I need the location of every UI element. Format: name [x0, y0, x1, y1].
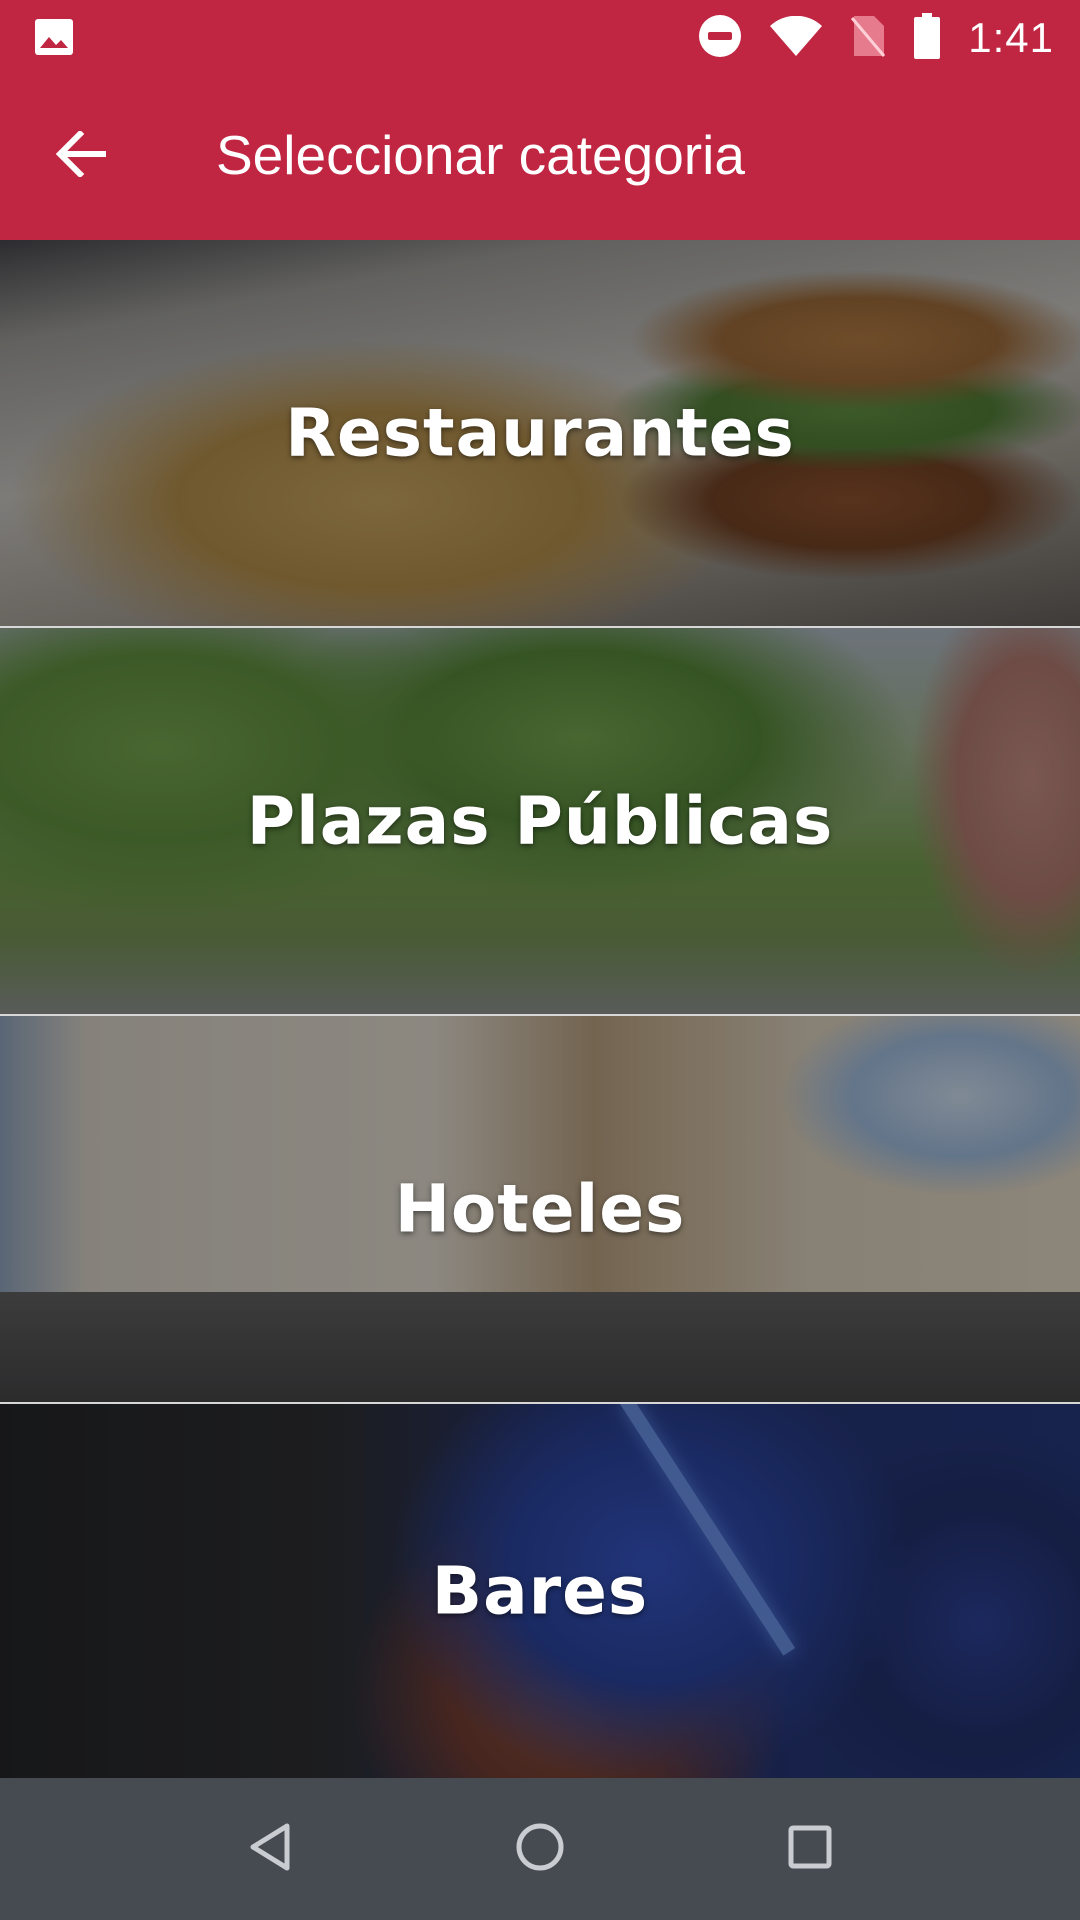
wifi-icon	[770, 15, 823, 61]
home-circle-icon	[515, 1822, 565, 1877]
back-triangle-icon	[247, 1822, 293, 1877]
do-not-disturb-icon	[698, 14, 742, 63]
category-card-plazas-publicas[interactable]: Plazas Públicas	[0, 628, 1080, 1016]
arrow-back-icon	[55, 129, 108, 182]
no-sim-icon	[850, 14, 886, 63]
nav-recents-button[interactable]	[780, 1819, 840, 1879]
status-icons: 1:41	[670, 0, 1054, 76]
nav-home-button[interactable]	[510, 1819, 570, 1879]
category-card-restaurantes[interactable]: Restaurantes	[0, 240, 1080, 628]
category-card-hoteles[interactable]: Hoteles	[0, 1016, 1080, 1404]
category-label: Bares	[431, 1552, 649, 1630]
recents-square-icon	[787, 1824, 833, 1875]
page-title: Seleccionar categoria	[216, 124, 745, 186]
nav-back-button[interactable]	[240, 1819, 300, 1879]
category-label: Hoteles	[394, 1170, 686, 1248]
category-list: Restaurantes Plazas Públicas Hoteles Bar…	[0, 240, 1080, 1778]
system-nav-bar	[0, 1778, 1080, 1920]
category-label: Plazas Públicas	[246, 782, 834, 860]
battery-icon	[914, 12, 941, 64]
screen: 1:41 Seleccionar categoria Restaurantes …	[0, 0, 1080, 1920]
category-label: Restaurantes	[285, 394, 795, 472]
back-button[interactable]	[50, 124, 114, 188]
status-time: 1:41	[968, 14, 1054, 61]
image-icon	[34, 18, 74, 56]
app-bar: Seleccionar categoria	[0, 76, 1080, 240]
status-bar: 1:41	[0, 0, 1080, 76]
category-card-bares[interactable]: Bares	[0, 1404, 1080, 1778]
